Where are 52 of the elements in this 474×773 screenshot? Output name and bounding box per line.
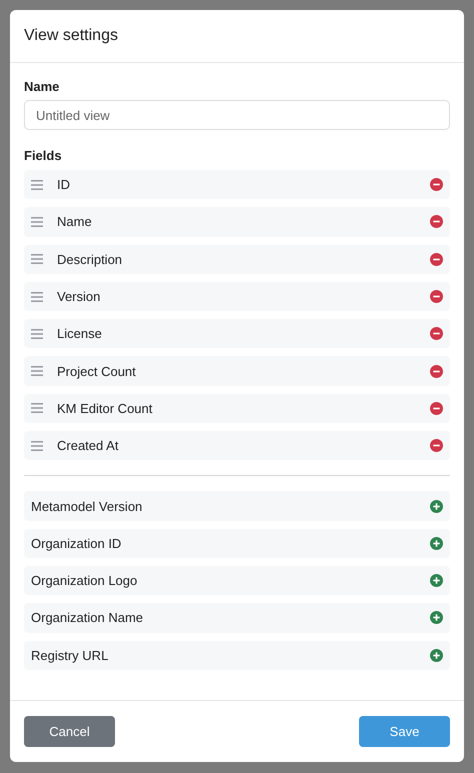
drag-handle-icon[interactable] xyxy=(31,216,43,227)
add-icon[interactable] xyxy=(430,648,443,662)
field-row[interactable]: Project Count xyxy=(24,356,450,386)
dialog-title: View settings xyxy=(24,27,118,45)
add-icon[interactable] xyxy=(430,536,443,550)
drag-handle-icon[interactable] xyxy=(31,292,43,302)
field-row[interactable]: License xyxy=(24,319,450,348)
drag-handle-icon[interactable] xyxy=(31,254,43,264)
remove-icon[interactable] xyxy=(430,327,443,340)
field-row[interactable]: ID xyxy=(24,170,450,200)
remove-icon[interactable] xyxy=(430,178,443,192)
field-row[interactable]: Metamodel Version xyxy=(24,491,450,521)
field-row[interactable]: Description xyxy=(24,244,450,274)
field-name: Registry URL xyxy=(31,648,110,663)
drag-handle-icon[interactable] xyxy=(31,328,43,339)
field-name: Description xyxy=(57,252,124,267)
field-name: Metamodel Version xyxy=(31,498,144,514)
field-name: Name xyxy=(57,214,93,230)
field-name: ID xyxy=(57,177,71,192)
add-icon[interactable] xyxy=(430,574,443,588)
field-name: Project Count xyxy=(57,364,137,379)
cancel-button[interactable]: Cancel xyxy=(24,716,115,747)
field-name: Organization ID xyxy=(31,536,122,551)
field-row[interactable]: Created At xyxy=(24,431,450,460)
field-name: Organization Name xyxy=(31,610,144,626)
field-name: License xyxy=(57,326,103,342)
field-row[interactable]: Organization Logo xyxy=(24,566,450,596)
drag-handle-icon[interactable] xyxy=(31,180,43,190)
remove-icon[interactable] xyxy=(430,402,443,415)
add-icon[interactable] xyxy=(430,500,443,513)
field-row[interactable]: Name xyxy=(24,207,450,237)
remove-icon[interactable] xyxy=(430,364,443,378)
field-name: Created At xyxy=(57,438,120,454)
remove-icon[interactable] xyxy=(430,215,443,228)
name-label: Name xyxy=(24,79,60,94)
field-row[interactable]: KM Editor Count xyxy=(24,394,450,424)
field-row[interactable]: Registry URL xyxy=(24,640,450,670)
drag-handle-icon[interactable] xyxy=(31,403,43,414)
remove-icon[interactable] xyxy=(430,252,443,266)
field-name: KM Editor Count xyxy=(57,400,154,416)
field-row[interactable]: Organization ID xyxy=(24,528,450,558)
drag-handle-icon[interactable] xyxy=(31,440,43,451)
remove-icon[interactable] xyxy=(430,439,443,452)
remove-icon[interactable] xyxy=(430,290,443,304)
drag-handle-icon[interactable] xyxy=(31,366,43,376)
field-row[interactable]: Organization Name xyxy=(24,603,450,633)
add-icon[interactable] xyxy=(430,611,443,624)
field-row[interactable]: Version xyxy=(24,282,450,312)
field-name: Version xyxy=(57,289,102,304)
name-field[interactable]: Untitled view xyxy=(24,100,450,130)
fields-label: Fields xyxy=(24,148,62,163)
field-name: Organization Logo xyxy=(31,573,138,588)
